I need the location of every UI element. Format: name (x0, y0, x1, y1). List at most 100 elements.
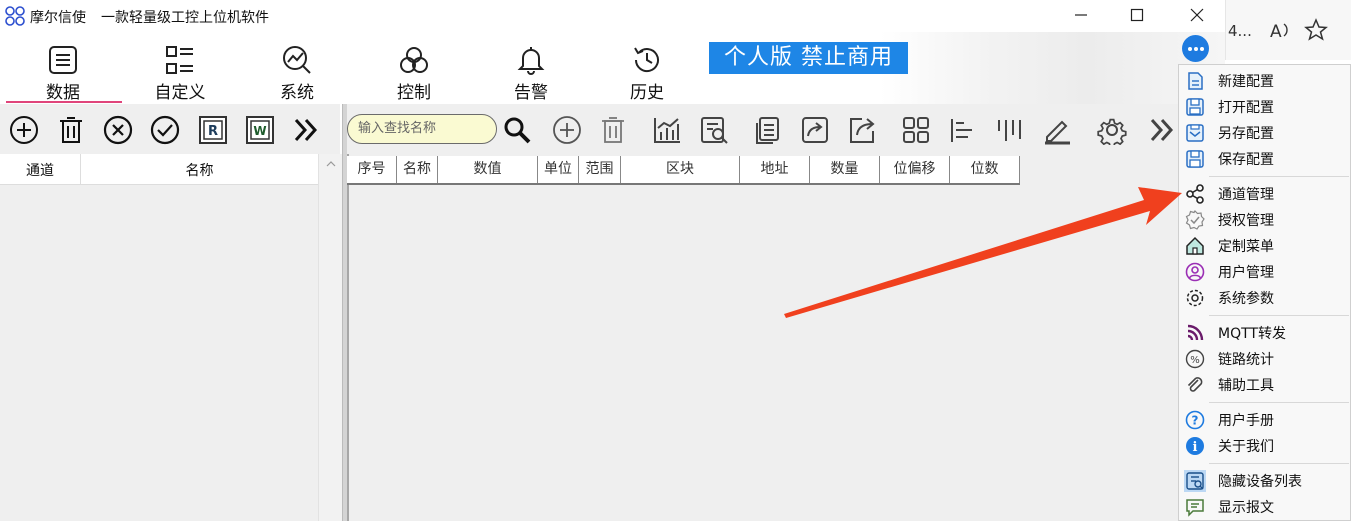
menu-item-about-us[interactable]: i 关于我们 (1179, 433, 1350, 459)
channel-scrollbar[interactable] (318, 154, 342, 521)
settings-button[interactable] (1097, 115, 1127, 145)
menu-separator (1209, 463, 1349, 464)
menu-item-label: 链路统计 (1218, 352, 1274, 368)
maximize-button[interactable] (1124, 4, 1150, 26)
channel-table-header: 通道 名称 (0, 154, 318, 185)
inspect-button[interactable] (699, 115, 729, 145)
menu-item-channel-management[interactable]: 通道管理 (1179, 181, 1350, 207)
percent-icon: % (1184, 348, 1206, 370)
app-logo-icon (4, 5, 26, 31)
channel-panel: 通道 名称 (0, 154, 342, 521)
chart-button[interactable] (652, 115, 682, 145)
menu-item-label: 保存配置 (1218, 152, 1274, 168)
import-button[interactable] (800, 115, 830, 145)
message-icon (1184, 496, 1206, 518)
tab-data[interactable]: 数据 (18, 44, 108, 103)
menu-item-label: 定制菜单 (1218, 239, 1274, 255)
history-clock-icon (634, 47, 659, 72)
menu-item-save-config[interactable]: 保存配置 (1179, 146, 1350, 172)
tab-alarm[interactable]: 告警 (486, 44, 576, 103)
svg-text:%: % (1190, 355, 1200, 366)
list-doc-icon (49, 46, 77, 74)
main-menu: 新建配置 打开配置 另存配置 保存配置 通道管理 授权管理 定制菜单 用户管理 … (1178, 64, 1351, 521)
menu-item-label: 辅助工具 (1218, 378, 1274, 394)
menu-item-user-manual[interactable]: ? 用户手册 (1179, 407, 1350, 433)
search-button[interactable] (502, 115, 532, 145)
grid-col-value[interactable]: 数值 (438, 156, 538, 183)
search-box (347, 114, 497, 144)
column-header-channel[interactable]: 通道 (0, 160, 80, 180)
grid-col-range[interactable]: 范围 (579, 156, 621, 183)
menu-item-link-statistics[interactable]: % 链路统计 (1179, 346, 1350, 372)
delete-channel-button[interactable] (56, 115, 86, 145)
info-icon: i (1184, 435, 1206, 457)
grid-col-count[interactable]: 数量 (810, 156, 880, 183)
badge-check-icon (1184, 209, 1206, 231)
menu-item-new-config[interactable]: 新建配置 (1179, 68, 1350, 94)
menu-item-license-management[interactable]: 授权管理 (1179, 207, 1350, 233)
grid-col-name[interactable]: 名称 (397, 156, 438, 183)
write-button[interactable]: W (245, 115, 275, 145)
tab-system-label: 系统 (280, 83, 314, 103)
align-top-button[interactable] (995, 115, 1025, 145)
minimize-button[interactable] (1068, 4, 1094, 26)
main-menu-button[interactable] (1182, 35, 1209, 62)
menu-item-auxiliary-tools[interactable]: 辅助工具 (1179, 372, 1350, 398)
tab-history-label: 历史 (630, 83, 664, 103)
search-input[interactable] (358, 115, 488, 141)
maximize-icon (1130, 8, 1144, 22)
menu-item-save-as-config[interactable]: 另存配置 (1179, 120, 1350, 146)
more-left-button[interactable] (291, 115, 321, 145)
tab-history[interactable]: 历史 (602, 44, 692, 103)
tab-system[interactable]: 系统 (252, 44, 342, 103)
grid-col-address[interactable]: 地址 (740, 156, 810, 183)
doc-search-icon (701, 117, 728, 144)
menu-item-open-config[interactable]: 打开配置 (1179, 94, 1350, 120)
bell-icon (517, 47, 545, 75)
custom-layout-icon (166, 46, 193, 74)
menu-item-label: 新建配置 (1218, 74, 1274, 90)
add-row-button[interactable] (552, 115, 582, 145)
grid-col-unit[interactable]: 单位 (538, 156, 579, 183)
grid-col-index[interactable]: 序号 (347, 156, 397, 183)
add-channel-button[interactable] (9, 115, 39, 145)
menu-item-show-messages[interactable]: 显示报文 (1179, 494, 1350, 520)
grid-header: 序号 名称 数值 单位 范围 区块 地址 数量 位偏移 位数 (347, 156, 1020, 185)
delete-row-button[interactable] (598, 115, 628, 145)
menu-item-custom-menu[interactable]: 定制菜单 (1179, 233, 1350, 259)
tab-control[interactable]: 控制 (369, 44, 459, 103)
read-aloud-icon[interactable]: A (1268, 18, 1292, 46)
menu-item-mqtt-forward[interactable]: MQTT转发 (1179, 320, 1350, 346)
gear-icon (1184, 287, 1206, 309)
menu-item-user-management[interactable]: 用户管理 (1179, 259, 1350, 285)
tab-data-label: 数据 (46, 83, 80, 103)
double-chevron-right-icon (1150, 118, 1174, 142)
menu-item-hide-device-list[interactable]: 隐藏设备列表 (1179, 468, 1350, 494)
svg-text:R: R (208, 124, 218, 139)
grid-col-block[interactable]: 区块 (621, 156, 740, 183)
grid-icon (903, 117, 929, 143)
align-left-button[interactable] (948, 115, 978, 145)
grid-col-bits[interactable]: 位数 (950, 156, 1020, 183)
favorite-star-icon[interactable] (1304, 18, 1328, 46)
export-button[interactable] (847, 115, 877, 145)
tab-custom[interactable]: 自定义 (135, 44, 225, 103)
share-nodes-icon (1184, 183, 1206, 205)
close-button[interactable] (1184, 4, 1210, 26)
save-icon (1184, 148, 1206, 170)
read-button[interactable]: R (198, 115, 228, 145)
menu-item-system-parameters[interactable]: 系统参数 (1179, 285, 1350, 311)
align-top-icon (998, 120, 1021, 141)
edit-button[interactable] (1042, 115, 1072, 145)
grid-view-button[interactable] (901, 115, 931, 145)
column-header-name[interactable]: 名称 (81, 160, 318, 180)
title-bar: 摩尔信使 一款轻量级工控上位机软件 (0, 0, 1225, 32)
save-as-icon (1184, 122, 1206, 144)
grid-col-bit-offset[interactable]: 位偏移 (880, 156, 950, 183)
cancel-button[interactable] (103, 115, 133, 145)
browser-tab-text: 4... (1228, 22, 1252, 40)
data-grid: 序号 名称 数值 单位 范围 区块 地址 数量 位偏移 位数 (347, 154, 1225, 521)
copy-button[interactable] (753, 115, 783, 145)
confirm-button[interactable] (150, 115, 180, 145)
more-right-button[interactable] (1147, 115, 1177, 145)
